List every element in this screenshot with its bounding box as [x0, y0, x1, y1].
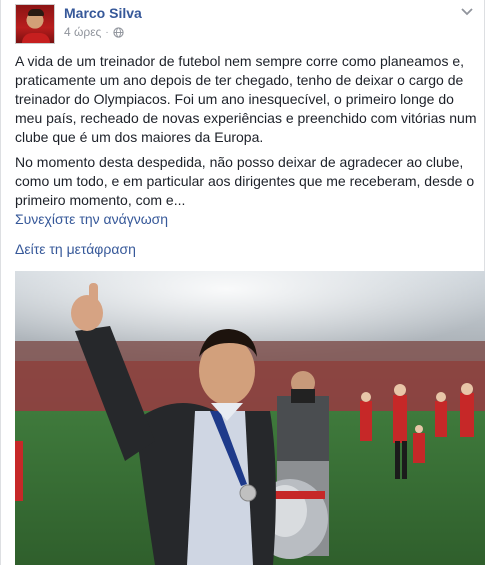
see-translation-link[interactable]: Δείτε τη μετάφραση: [15, 241, 136, 257]
chevron-down-icon[interactable]: [460, 6, 474, 18]
author-name[interactable]: Marco Silva: [64, 5, 142, 21]
see-more-link[interactable]: Συνεχίστε την ανάγνωση: [15, 211, 168, 227]
post-time[interactable]: 4 ώρες: [64, 25, 101, 39]
separator-dot: ·: [105, 26, 109, 38]
post-paragraph-2: No momento desta despedida, não posso de…: [15, 154, 475, 208]
globe-icon[interactable]: [113, 26, 124, 38]
post-paragraph-1: A vida de um treinador de futebol nem se…: [15, 53, 477, 145]
facebook-post: Marco Silva 4 ώρες · A vida de um treina…: [0, 0, 485, 565]
post-photo[interactable]: [15, 271, 485, 565]
post-meta: 4 ώρες ·: [64, 25, 124, 39]
avatar[interactable]: [15, 4, 55, 44]
